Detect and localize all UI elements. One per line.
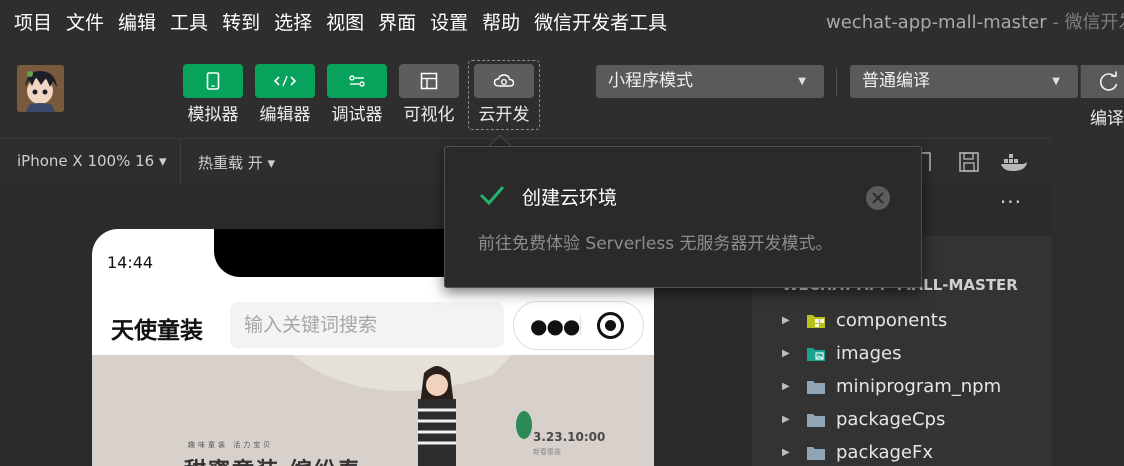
menu-items: 项目 文件 编辑 工具 转到 选择 视图 界面 设置 帮助 微信开发者工具 bbox=[14, 10, 681, 36]
editor-tool[interactable]: 编辑器 bbox=[254, 64, 316, 126]
menu-item-file[interactable]: 文件 bbox=[66, 10, 104, 36]
chevron-right-icon: ▶ bbox=[782, 381, 790, 392]
chevron-right-icon: ▶ bbox=[782, 315, 790, 326]
code-icon bbox=[273, 75, 297, 87]
layout-icon bbox=[420, 72, 438, 90]
cloud-env-popup[interactable]: 创建云环境 前往免费体验 Serverless 无服务器开发模式。 bbox=[444, 146, 922, 288]
device-select[interactable]: iPhone X 100% 16 ▾ bbox=[17, 152, 166, 170]
mode-select-value: 小程序模式 bbox=[608, 71, 693, 91]
simulator-tool[interactable]: 模拟器 bbox=[182, 64, 244, 126]
banner-image bbox=[92, 355, 654, 466]
banner-tagline: 趣味童装 活力宝贝 bbox=[188, 441, 274, 449]
chevron-right-icon: ▶ bbox=[782, 447, 790, 458]
menu-item-help[interactable]: 帮助 bbox=[482, 10, 520, 36]
chevron-down-icon: ▼ bbox=[1052, 76, 1060, 87]
folder-icon bbox=[807, 380, 825, 394]
cloud-dev-label: 云开发 bbox=[478, 105, 530, 125]
tree-item-label: packageFx bbox=[836, 442, 933, 463]
simulator-button[interactable] bbox=[183, 64, 243, 98]
save-icon[interactable] bbox=[958, 151, 980, 173]
tree-item-miniprogram-npm[interactable]: ▶ miniprogram_npm bbox=[752, 370, 1052, 403]
menu-item-tools[interactable]: 工具 bbox=[170, 10, 208, 36]
toolbar: 模拟器 编辑器 调试器 可视化 云开发 小程序模式 ▼ 普通编译 ▼ 编译 bbox=[0, 46, 1124, 138]
compile-label: 编译 bbox=[1090, 109, 1124, 129]
editor-area-edge bbox=[1052, 138, 1124, 466]
compile-select[interactable]: 普通编译 ▼ bbox=[850, 65, 1078, 98]
tree-item-images[interactable]: ▶ images bbox=[752, 337, 1052, 370]
editor-button[interactable] bbox=[255, 64, 315, 98]
visual-tool[interactable]: 可视化 bbox=[398, 64, 460, 126]
debugger-button[interactable] bbox=[327, 64, 387, 98]
menu-item-view[interactable]: 视图 bbox=[326, 10, 364, 36]
tree-item-label: components bbox=[836, 310, 948, 331]
menu-item-edit[interactable]: 编辑 bbox=[118, 10, 156, 36]
popup-description: 前往免费体验 Serverless 无服务器开发模式。 bbox=[478, 234, 833, 254]
visual-label: 可视化 bbox=[403, 105, 455, 125]
debugger-tool[interactable]: 调试器 bbox=[326, 64, 388, 126]
cloud-dev-tool[interactable]: 云开发 bbox=[468, 60, 540, 130]
banner-headline: 甜蜜童装 缤纷春 bbox=[184, 453, 362, 466]
more-dots-icon[interactable]: ●●● bbox=[530, 314, 580, 338]
menu-item-project[interactable]: 项目 bbox=[14, 10, 52, 36]
check-icon bbox=[479, 186, 505, 206]
simulator-header-divider bbox=[180, 139, 181, 185]
menu-bar: 项目 文件 编辑 工具 转到 选择 视图 界面 设置 帮助 微信开发者工具 we… bbox=[0, 0, 1124, 46]
compile-select-value: 普通编译 bbox=[862, 71, 930, 91]
cloud-dev-button[interactable] bbox=[474, 64, 534, 98]
images-folder-icon bbox=[807, 347, 825, 361]
file-tree: ▶ components ▶ images ▶ miniprogram_npm … bbox=[752, 304, 1052, 466]
tree-item-label: packageCps bbox=[836, 409, 946, 430]
menu-item-settings[interactable]: 设置 bbox=[430, 10, 468, 36]
avatar-image bbox=[17, 65, 64, 112]
banner-subtext: 新春童装 bbox=[533, 448, 561, 456]
close-icon[interactable] bbox=[866, 186, 890, 210]
tree-item-packagecps[interactable]: ▶ packageCps bbox=[752, 403, 1052, 436]
tree-item-label: miniprogram_npm bbox=[836, 376, 1002, 397]
tree-item-packagefx[interactable]: ▶ packageFx bbox=[752, 436, 1052, 466]
chevron-right-icon: ▶ bbox=[782, 414, 790, 425]
window-title: wechat-app-mall-master - 微信开发 bbox=[826, 10, 1124, 36]
menu-item-wechat-devtools[interactable]: 微信开发者工具 bbox=[534, 10, 667, 36]
window-title-project: wechat-app-mall-master bbox=[826, 12, 1047, 33]
chevron-down-icon: ▼ bbox=[798, 76, 806, 87]
refresh-icon bbox=[1099, 71, 1118, 91]
editor-label: 编辑器 bbox=[259, 105, 311, 125]
compile-button[interactable] bbox=[1080, 65, 1124, 98]
folder-icon bbox=[807, 413, 825, 427]
folder-icon bbox=[807, 446, 825, 460]
close-target-icon[interactable] bbox=[597, 312, 624, 339]
chevron-right-icon: ▶ bbox=[782, 348, 790, 359]
debugger-label: 调试器 bbox=[331, 105, 383, 125]
menu-item-select[interactable]: 选择 bbox=[274, 10, 312, 36]
docker-icon[interactable] bbox=[1000, 151, 1028, 173]
capsule-divider bbox=[580, 316, 581, 336]
visual-button[interactable] bbox=[399, 64, 459, 98]
components-folder-icon bbox=[807, 314, 825, 328]
popup-title[interactable]: 创建云环境 bbox=[522, 183, 617, 210]
hot-reload-toggle[interactable]: 热重载 开 ▾ bbox=[198, 152, 275, 173]
phone-icon bbox=[206, 72, 220, 90]
tree-item-components[interactable]: ▶ components bbox=[752, 304, 1052, 337]
search-input[interactable]: 输入关键词搜索 bbox=[230, 302, 504, 348]
menu-item-goto[interactable]: 转到 bbox=[222, 10, 260, 36]
tree-item-label: images bbox=[836, 343, 902, 364]
cloud-icon bbox=[493, 74, 515, 87]
banner-date: 3.23.10:00 bbox=[533, 430, 606, 444]
miniprogram-capsule[interactable]: ●●● bbox=[513, 301, 644, 350]
mode-select[interactable]: 小程序模式 ▼ bbox=[596, 65, 824, 98]
simulator-label: 模拟器 bbox=[187, 105, 239, 125]
promo-banner[interactable]: 趣味童装 活力宝贝 甜蜜童装 缤纷春 3.23.10:00 新春童装 bbox=[92, 355, 654, 466]
status-time: 14:44 bbox=[107, 253, 154, 272]
menu-item-interface[interactable]: 界面 bbox=[378, 10, 416, 36]
debug-icon bbox=[349, 75, 365, 87]
toolbar-divider bbox=[836, 68, 837, 96]
avatar[interactable] bbox=[17, 65, 64, 112]
more-icon[interactable]: ··· bbox=[1000, 190, 1022, 214]
shop-brand: 天使童装 bbox=[111, 318, 203, 344]
window-title-app: - 微信开发 bbox=[1052, 12, 1124, 33]
